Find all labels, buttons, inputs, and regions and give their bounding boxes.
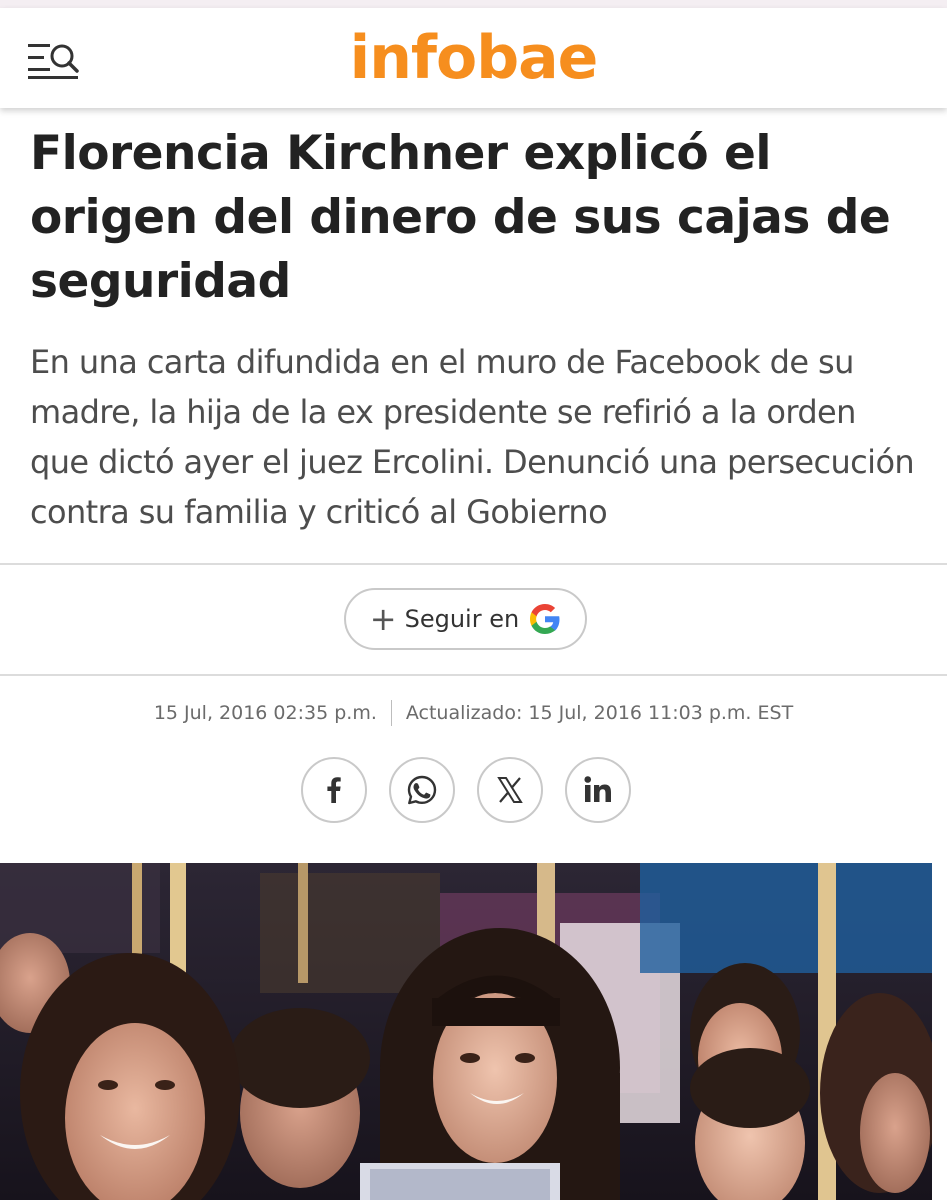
follow-google-button[interactable]: + Seguir en: [344, 588, 587, 650]
share-x-button[interactable]: [477, 757, 543, 823]
divider-top: [0, 563, 947, 565]
site-header: infobae: [0, 8, 947, 108]
follow-label: Seguir en: [404, 605, 520, 633]
whatsapp-icon: [407, 775, 437, 805]
status-strip: [0, 0, 947, 8]
updated-date: Actualizado: 15 Jul, 2016 11:03 p.m. EST: [405, 702, 794, 724]
published-date: 15 Jul, 2016 02:35 p.m.: [153, 702, 377, 724]
article-page: infobae Florencia Kirchner explicó el or…: [0, 0, 947, 1200]
infobae-logo[interactable]: infobae: [0, 22, 947, 94]
x-icon: [497, 777, 523, 803]
plus-icon: +: [369, 600, 397, 638]
article-dates: 15 Jul, 2016 02:35 p.m. Actualizado: 15 …: [0, 699, 947, 727]
article-title: Florencia Kirchner explicó el origen del…: [30, 126, 891, 309]
linkedin-icon: [584, 776, 611, 802]
share-whatsapp-button[interactable]: [389, 757, 455, 823]
share-facebook-button[interactable]: [301, 757, 367, 823]
share-linkedin-button[interactable]: [565, 757, 631, 823]
google-icon: [530, 604, 560, 634]
facebook-icon: [327, 777, 341, 803]
divider-bottom: [0, 674, 947, 676]
crowd-photo-image: [0, 863, 932, 1200]
article-subtitle: En una carta difundida en el muro de Fac…: [30, 343, 915, 531]
date-separator: [390, 700, 392, 726]
crowd-photo: [0, 863, 932, 1200]
